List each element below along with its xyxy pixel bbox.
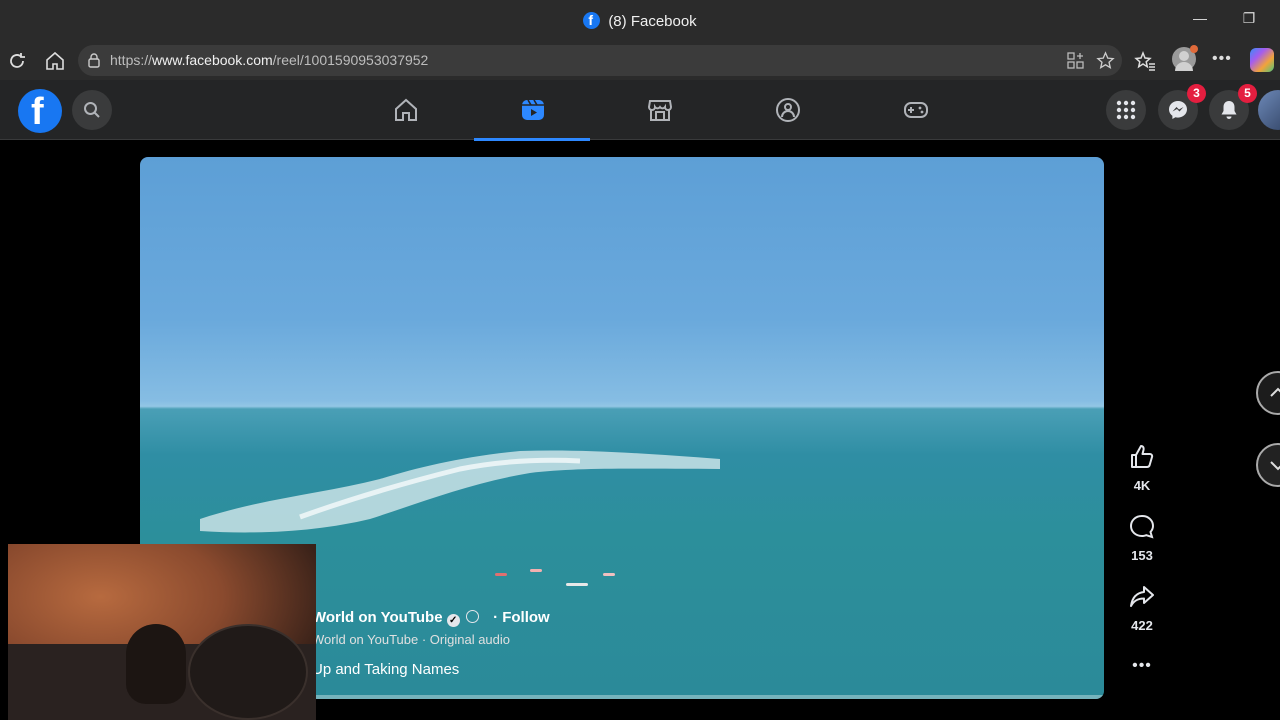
url-path: /reel/1001590953037952 bbox=[272, 52, 429, 68]
gaming-icon bbox=[904, 102, 928, 118]
address-bar[interactable]: https://www.facebook.com/reel/1001590953… bbox=[78, 45, 1122, 76]
share-icon bbox=[1130, 586, 1154, 607]
tab-reels[interactable] bbox=[474, 80, 590, 141]
surfers-group bbox=[490, 567, 615, 597]
profile-avatar[interactable] bbox=[1172, 45, 1198, 71]
search-icon bbox=[84, 102, 100, 118]
tab-marketplace[interactable] bbox=[601, 80, 717, 140]
facebook-navbar: f 3 5 bbox=[0, 80, 1280, 141]
url-domain: www.facebook.com bbox=[152, 52, 273, 68]
comment-count: 153 bbox=[1131, 548, 1153, 563]
favorites-icon[interactable] bbox=[1134, 50, 1156, 72]
reel-caption-text: Up and Taking Names bbox=[312, 661, 460, 678]
minimize-icon[interactable]: — bbox=[1190, 10, 1210, 30]
tab-groups[interactable] bbox=[729, 80, 845, 140]
reel-author[interactable]: World on YouTube bbox=[312, 609, 443, 626]
facebook-logo-text: f bbox=[31, 91, 44, 133]
messenger-button[interactable]: 3 bbox=[1158, 84, 1206, 130]
browser-toolbar: https://www.facebook.com/reel/1001590953… bbox=[0, 42, 1280, 80]
like-icon bbox=[1131, 445, 1154, 468]
tab-gaming[interactable] bbox=[857, 80, 973, 140]
restore-icon[interactable]: ❐ bbox=[1239, 10, 1259, 30]
grid-menu-icon bbox=[1116, 100, 1136, 120]
verified-badge-icon: ✓ bbox=[446, 614, 460, 627]
window-title: f (8) Facebook bbox=[0, 12, 1280, 30]
reload-icon[interactable] bbox=[6, 50, 28, 72]
chevron-down-icon bbox=[1270, 461, 1280, 471]
groups-icon bbox=[776, 98, 800, 122]
notifications-button[interactable]: 5 bbox=[1209, 84, 1257, 130]
share-action[interactable]: 422 bbox=[1122, 583, 1162, 633]
like-count: 4K bbox=[1133, 478, 1151, 493]
tab-home[interactable] bbox=[347, 80, 463, 140]
messenger-badge: 3 bbox=[1187, 84, 1206, 103]
globe-icon bbox=[465, 610, 479, 623]
facebook-favicon-icon: f bbox=[583, 12, 601, 29]
share-count: 422 bbox=[1131, 618, 1153, 633]
reel-audio-line[interactable]: World on YouTube · Original audio bbox=[312, 632, 550, 647]
comment-icon bbox=[1129, 514, 1155, 539]
follow-button[interactable]: · Follow bbox=[493, 609, 550, 626]
next-reel-button[interactable] bbox=[1256, 443, 1280, 487]
copilot-icon[interactable] bbox=[1250, 48, 1274, 72]
reel-author-line: World on YouTube ✓ · Follow bbox=[312, 609, 550, 627]
menu-button[interactable] bbox=[1106, 90, 1146, 130]
browser-titlebar: f (8) Facebook — ❐ bbox=[0, 0, 1280, 42]
favorite-star-icon[interactable] bbox=[1096, 51, 1115, 70]
notifications-badge: 5 bbox=[1238, 84, 1257, 103]
person-silhouette bbox=[126, 624, 186, 704]
webcam-overlay bbox=[8, 544, 316, 720]
bell-icon bbox=[1221, 101, 1237, 119]
search-button[interactable] bbox=[72, 90, 112, 130]
reel-caption-block: World on YouTube ✓ · Follow World on You… bbox=[312, 609, 550, 678]
window-title-text: (8) Facebook bbox=[608, 13, 697, 30]
wave-graphic bbox=[200, 450, 720, 533]
facebook-logo-icon[interactable]: f bbox=[18, 89, 62, 133]
home-icon bbox=[395, 98, 417, 121]
app-available-icon[interactable] bbox=[1067, 52, 1084, 69]
chevron-up-icon bbox=[1270, 387, 1280, 397]
more-options-icon[interactable]: ••• bbox=[1212, 50, 1232, 68]
comment-action[interactable]: 153 bbox=[1122, 513, 1162, 563]
home-icon[interactable] bbox=[44, 50, 66, 72]
cushion-shape bbox=[188, 624, 308, 720]
reels-icon bbox=[522, 99, 544, 120]
like-action[interactable]: 4K bbox=[1122, 443, 1162, 493]
marketplace-icon bbox=[647, 100, 673, 121]
more-actions-icon[interactable]: ••• bbox=[1122, 657, 1162, 675]
messenger-icon bbox=[1169, 101, 1187, 119]
account-avatar[interactable] bbox=[1258, 90, 1280, 130]
url-prefix: https:// bbox=[110, 52, 153, 68]
url-text[interactable]: https://www.facebook.com/reel/1001590953… bbox=[110, 52, 428, 68]
previous-reel-button[interactable] bbox=[1256, 371, 1280, 415]
lock-icon[interactable] bbox=[87, 53, 101, 68]
